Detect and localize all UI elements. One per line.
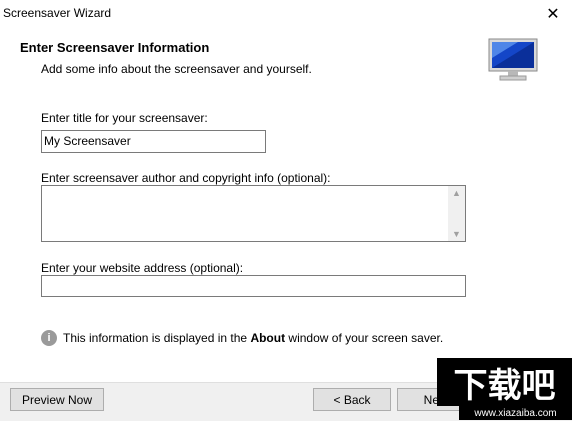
info-icon: i <box>41 330 57 346</box>
info-note: i This information is displayed in the A… <box>41 330 443 346</box>
title-label: Enter title for your screensaver: <box>41 111 208 125</box>
wizard-header: Enter Screensaver Information Add some i… <box>0 28 572 88</box>
preview-now-button[interactable]: Preview Now <box>10 388 104 411</box>
form-area: Enter title for your screensaver: My Scr… <box>0 88 572 382</box>
author-label: Enter screensaver author and copyright i… <box>41 171 331 185</box>
page-title: Enter Screensaver Information <box>20 40 210 55</box>
author-textarea[interactable]: ▲ ▼ <box>41 185 466 242</box>
scroll-down-icon[interactable]: ▼ <box>452 229 461 239</box>
back-button[interactable]: < Back <box>313 388 391 411</box>
website-input[interactable] <box>41 275 466 297</box>
watermark-text: 下载吧 <box>437 358 572 406</box>
info-about: About <box>250 331 286 345</box>
info-text-after: window of your screen saver. <box>285 331 444 345</box>
title-bar: Screensaver Wizard ✕ <box>0 0 572 28</box>
watermark-url: www.xiazaiba.com <box>459 406 572 420</box>
page-subtitle: Add some info about the screensaver and … <box>41 62 312 76</box>
close-icon[interactable]: ✕ <box>542 3 564 25</box>
website-label: Enter your website address (optional): <box>41 261 244 275</box>
author-scrollbar[interactable]: ▲ ▼ <box>448 186 465 241</box>
info-text-before: This information is displayed in the <box>63 331 251 345</box>
title-input[interactable]: My Screensaver <box>41 130 266 153</box>
watermark-logo: 下载吧 www.xiazaiba.com <box>437 352 572 420</box>
window-title: Screensaver Wizard <box>3 6 112 20</box>
monitor-icon <box>488 38 538 81</box>
scroll-up-icon[interactable]: ▲ <box>452 188 461 198</box>
